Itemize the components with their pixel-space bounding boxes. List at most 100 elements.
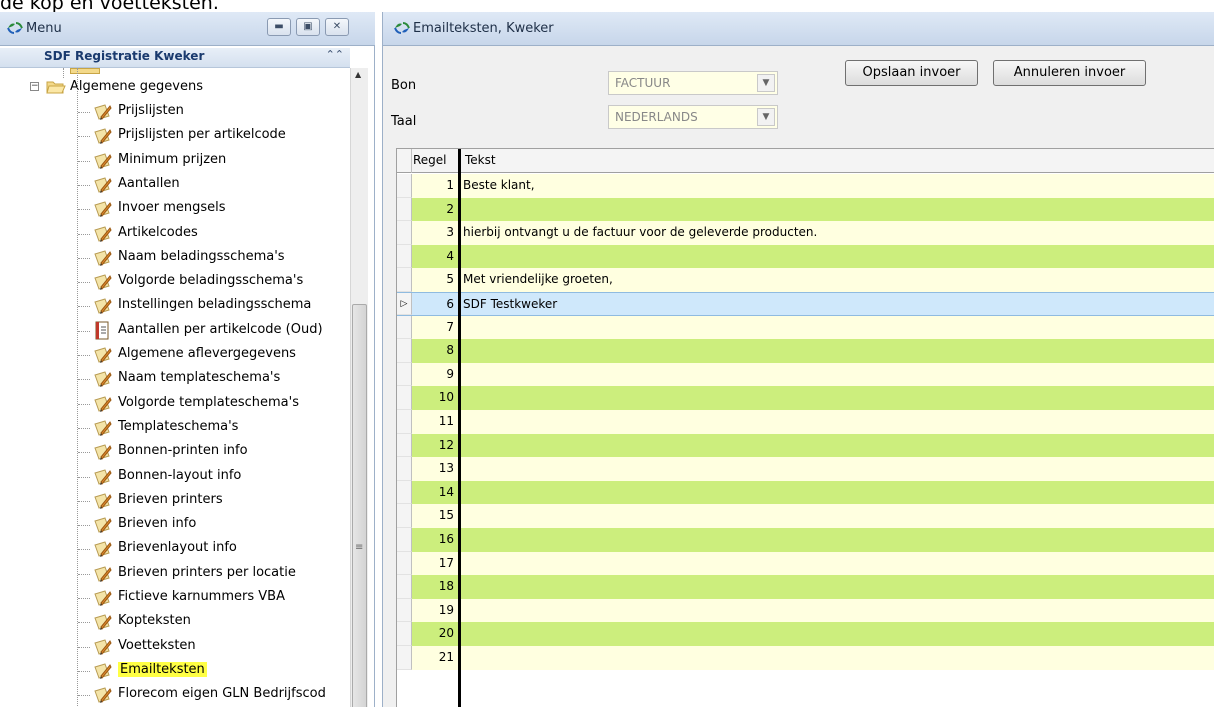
tree-group-algemene-gegevens[interactable]: − Algemene gegevens	[0, 76, 350, 100]
table-row[interactable]: 14	[397, 480, 1214, 505]
tree-item[interactable]: Volgorde templateschema's	[0, 392, 350, 416]
tree-item[interactable]: Voetteksten	[0, 635, 350, 659]
tree-item[interactable]: Kopteksten	[0, 610, 350, 634]
row-selector[interactable]	[397, 504, 412, 528]
regel-cell[interactable]: 19	[413, 599, 457, 623]
row-selector[interactable]	[397, 410, 412, 434]
chevron-down-icon[interactable]: ▼	[757, 74, 775, 92]
restore-button[interactable]: ▣	[296, 18, 320, 36]
row-selector[interactable]	[397, 575, 412, 599]
collapse-icon[interactable]: ⌃⌃	[326, 48, 344, 61]
table-row[interactable]: 3 hierbij ontvangt u de factuur voor de g…	[397, 221, 1214, 245]
regel-cell[interactable]: 7	[413, 316, 457, 340]
tree-item[interactable]: Brieven printers	[0, 489, 350, 513]
tree-item[interactable]: Templateschema's	[0, 416, 350, 440]
row-selector[interactable]	[397, 528, 412, 552]
row-selector[interactable]	[397, 244, 412, 269]
table-row[interactable]: 13	[397, 457, 1214, 481]
regel-cell[interactable]: 15	[413, 504, 457, 528]
table-row[interactable]: ▷ 6 SDF Testkweker	[397, 292, 1214, 316]
scroll-up-icon[interactable]: ▲	[355, 70, 361, 79]
tree-item[interactable]: Invoer mengsels	[0, 197, 350, 221]
tekst-cell[interactable]: SDF Testkweker	[463, 293, 557, 316]
tree-item[interactable]: Naam templateschema's	[0, 367, 350, 391]
table-row[interactable]: 4	[397, 244, 1214, 269]
row-selector[interactable]	[397, 646, 412, 670]
row-selector[interactable]	[397, 362, 412, 387]
tree-item[interactable]: Brieven info	[0, 513, 350, 537]
table-row[interactable]: 8	[397, 339, 1214, 363]
tree-item[interactable]: Emailteksten	[0, 659, 350, 683]
table-row[interactable]: 20	[397, 622, 1214, 646]
regel-cell[interactable]: 20	[413, 622, 457, 646]
tree-item[interactable]: Prijslijsten	[0, 100, 350, 124]
tree-item[interactable]: Minimum prijzen	[0, 149, 350, 173]
close-button[interactable]: ✕	[325, 18, 349, 36]
tree-item[interactable]: Algemene aflevergegevens	[0, 343, 350, 367]
row-selector[interactable]	[397, 433, 412, 458]
menu-section-header[interactable]: SDF Registratie Kweker ⌃⌃	[0, 48, 350, 68]
bon-select[interactable]: FACTUUR ▼	[608, 71, 778, 95]
column-header-tekst[interactable]: Tekst	[465, 153, 496, 167]
row-selector[interactable]	[397, 197, 412, 222]
table-row[interactable]: 1 Beste klant,	[397, 174, 1214, 198]
tree-item[interactable]: Florecom eigen GLN Bedrijfscod	[0, 683, 350, 707]
tree-item[interactable]: Instellingen beladingsschema	[0, 294, 350, 318]
tree-item[interactable]: Volgorde beladingsschema's	[0, 270, 350, 294]
regel-cell[interactable]: 10	[413, 386, 457, 410]
table-row[interactable]: 17	[397, 551, 1214, 576]
table-row[interactable]: 16	[397, 528, 1214, 552]
tree-item[interactable]: Aantallen	[0, 173, 350, 197]
scrollbar-thumb[interactable]	[352, 304, 367, 707]
cancel-button[interactable]: Annuleren invoer	[993, 60, 1146, 86]
row-selector[interactable]	[397, 480, 412, 505]
tree-item[interactable]: Aantallen per artikelcode (Oud)	[0, 319, 350, 343]
regel-cell[interactable]: 18	[413, 575, 457, 599]
tree-item[interactable]: Brieven printers per locatie	[0, 562, 350, 586]
regel-cell[interactable]: 3	[413, 221, 457, 245]
table-row[interactable]: 21	[397, 646, 1214, 670]
chevron-down-icon[interactable]: ▼	[757, 108, 775, 126]
collapse-node-icon[interactable]: −	[30, 82, 39, 91]
tree-item[interactable]: Artikelcodes	[0, 222, 350, 246]
table-row[interactable]: 10	[397, 386, 1214, 410]
taal-select[interactable]: NEDERLANDS ▼	[608, 105, 778, 129]
table-row[interactable]: 11	[397, 410, 1214, 434]
table-row[interactable]: 18	[397, 575, 1214, 599]
tekst-cell[interactable]: hierbij ontvangt u de factuur voor de ge…	[463, 221, 817, 244]
row-selector[interactable]	[397, 315, 412, 340]
regel-cell[interactable]: 9	[413, 363, 457, 387]
tree-item[interactable]: Prijslijsten per artikelcode	[0, 124, 350, 148]
tree-item[interactable]: Naam beladingsschema's	[0, 246, 350, 270]
column-header-regel[interactable]: Regel	[413, 153, 447, 167]
regel-cell[interactable]: 1	[413, 174, 457, 198]
tree-item[interactable]: Bonnen-layout info	[0, 465, 350, 489]
menu-scrollbar[interactable]: ▲ ≡	[350, 68, 368, 707]
table-row[interactable]: 5 Met vriendelijke groeten,	[397, 268, 1214, 292]
regel-cell[interactable]: 16	[413, 528, 457, 552]
row-selector[interactable]	[397, 386, 412, 410]
regel-cell[interactable]: 17	[413, 552, 457, 576]
row-selector[interactable]	[397, 268, 412, 292]
minimize-button[interactable]: ▬	[267, 18, 291, 36]
row-selector[interactable]	[397, 551, 412, 576]
regel-cell[interactable]: 5	[413, 268, 457, 292]
tekst-cell[interactable]: Beste klant,	[463, 174, 535, 197]
row-selector[interactable]	[397, 622, 412, 646]
regel-cell[interactable]: 12	[413, 434, 457, 458]
tree-item[interactable]: Fictieve karnummers VBA	[0, 586, 350, 610]
regel-cell[interactable]: 14	[413, 481, 457, 505]
table-row[interactable]: 12	[397, 433, 1214, 458]
regel-cell[interactable]: 4	[413, 245, 457, 269]
row-selector[interactable]	[397, 221, 412, 245]
regel-cell[interactable]: 8	[413, 339, 457, 363]
row-selector[interactable]	[397, 598, 412, 623]
table-row[interactable]: 15	[397, 504, 1214, 528]
tree-item[interactable]: Brievenlayout info	[0, 537, 350, 561]
row-selector[interactable]	[397, 339, 412, 363]
regel-cell[interactable]: 21	[413, 646, 457, 670]
table-row[interactable]: 7	[397, 315, 1214, 340]
regel-cell[interactable]: 13	[413, 457, 457, 481]
row-selector[interactable]	[397, 457, 412, 481]
save-button[interactable]: Opslaan invoer	[845, 60, 978, 86]
